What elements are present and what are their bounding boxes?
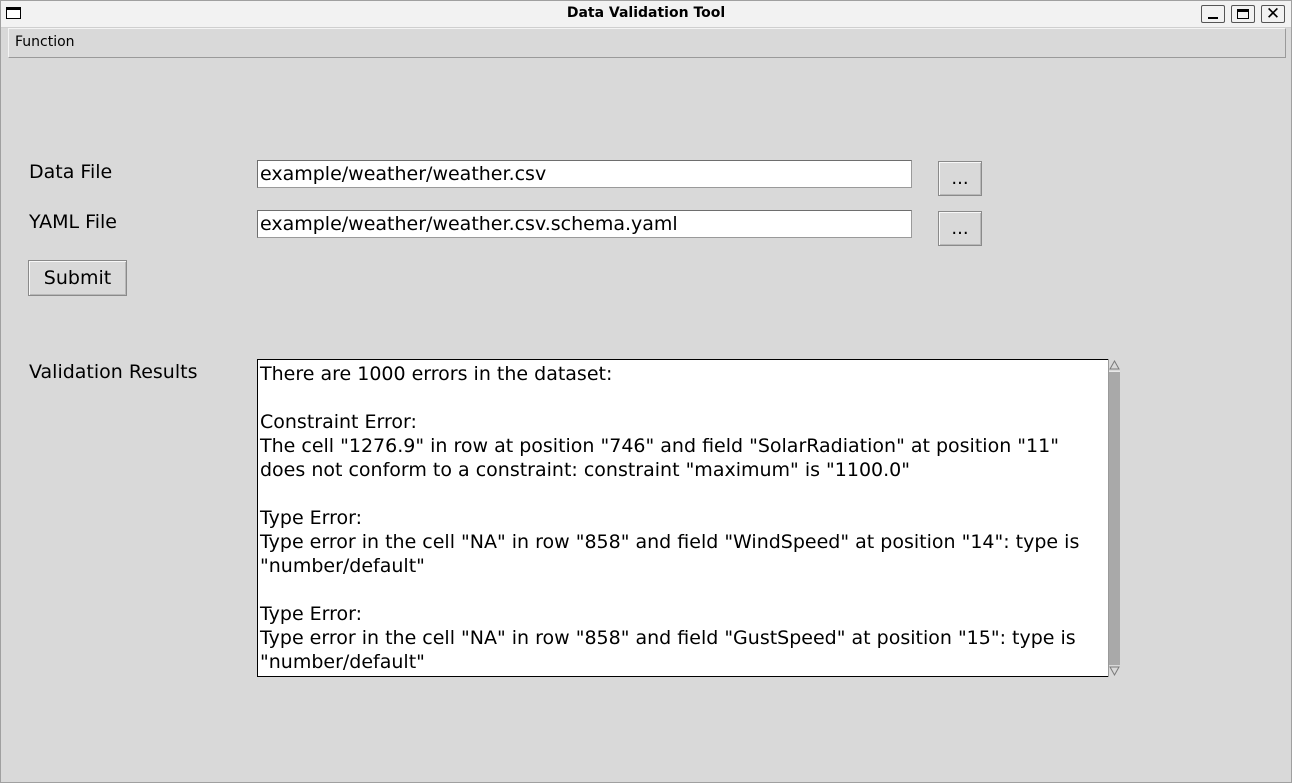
menu-function[interactable]: Function [15,34,75,50]
validation-results-text[interactable]: There are 1000 errors in the dataset: Co… [260,362,1106,674]
validation-results-label: Validation Results [29,361,198,383]
data-file-input[interactable]: example/weather/weather.csv [257,160,912,188]
yaml-file-input[interactable]: example/weather/weather.csv.schema.yaml [257,210,912,238]
data-file-label: Data File [29,161,113,183]
close-button[interactable]: ✕ [1261,4,1285,24]
title-bar[interactable]: Data Validation Tool ✕ [1,1,1291,28]
scroll-thumb[interactable] [1109,371,1120,665]
scroll-down-arrow-icon[interactable] [1109,665,1120,677]
data-file-browse-button[interactable]: ... [938,161,982,196]
yaml-file-browse-button[interactable]: ... [938,211,982,246]
results-scrollbar[interactable] [1108,359,1120,677]
submit-button[interactable]: Submit [28,260,127,296]
menu-bar: Function [8,28,1286,58]
maximize-icon[interactable] [1231,5,1255,23]
validation-results-textarea[interactable]: There are 1000 errors in the dataset: Co… [257,359,1109,677]
app-window: Data Validation Tool ✕ Function Data Fil… [0,0,1292,783]
close-icon: ✕ [1265,4,1281,24]
window-title: Data Validation Tool [566,5,726,21]
yaml-file-label: YAML File [29,211,117,233]
minimize-icon[interactable] [1201,5,1225,23]
scroll-up-arrow-icon[interactable] [1109,359,1120,371]
